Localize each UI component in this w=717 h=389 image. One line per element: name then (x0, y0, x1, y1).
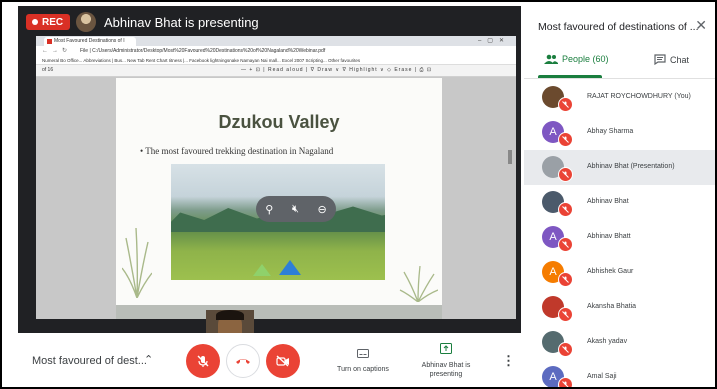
people-icon (544, 54, 558, 64)
chat-tab-label: Chat (670, 54, 690, 65)
mic-muted-icon (558, 132, 573, 147)
participant-row[interactable]: Akash yadav (524, 325, 715, 360)
meeting-control-bar: Most favoured of dest... ⌃ Turn on capti… (18, 333, 521, 386)
mic-muted-icon (558, 97, 573, 112)
participant-name: Abhinav Bhat (Presentation) (587, 163, 675, 170)
presentation-info-button[interactable]: Abhinav Bhat is presenting (418, 341, 474, 379)
panel-tabs: People (60) Chat (524, 50, 715, 79)
slide-title: Dzukou Valley (218, 112, 340, 132)
presenting-title: Abhinav Bhat is presenting (104, 15, 259, 30)
avatar-initial: A (549, 126, 557, 138)
participant-name: Amal Saji (587, 373, 617, 380)
mic-muted-icon (558, 237, 573, 252)
hang-up-icon (236, 359, 250, 364)
close-icon[interactable]: ✕ (695, 17, 707, 34)
slide-ground-strip (116, 305, 442, 319)
camera-off-icon (276, 355, 289, 367)
grass-decoration-right (399, 266, 438, 302)
participant-name: Akash yadav (587, 338, 628, 345)
meeting-details-button[interactable]: Most favoured of dest... (32, 355, 147, 367)
mic-muted-icon (558, 202, 573, 217)
pin-icon[interactable]: ⚲ (265, 203, 273, 216)
captions-label: Turn on captions (337, 366, 389, 373)
recording-label: REC (42, 16, 64, 28)
stage-top-bar: REC Abhinav Bhat is presenting (18, 6, 521, 34)
participant-hair (216, 310, 244, 320)
presenter-label: Abhinav Bhat is presenting (421, 362, 471, 378)
participant-name: Abhinav Bhat (587, 198, 629, 205)
remove-icon[interactable]: ⊖ (317, 203, 326, 216)
slide-bullet: • The most favoured trekking destination… (140, 146, 334, 156)
pdf-toolbar: of 16 — + ⊡ | Read aloud | ∇ Draw ∨ ∇ Hi… (36, 65, 516, 77)
participant-name: Akansha Bhatia (587, 303, 637, 310)
avatar-initial: A (549, 266, 557, 278)
pdf-page-indicator: of 16 (42, 67, 54, 73)
leave-call-button[interactable] (226, 344, 260, 378)
participant-row[interactable]: A Amal Saji (524, 360, 715, 387)
audio-muted-icon (558, 167, 573, 182)
avatar-initial: A (549, 231, 557, 243)
participant-row[interactable]: RAJAT ROYCHOWDHURY (You) (524, 80, 715, 115)
presenter-avatar (76, 12, 96, 32)
participant-row[interactable]: Abhinav Bhat (524, 185, 715, 220)
shared-screen: Most Favoured Destinations of I –▢✕ ←→↻ … (36, 36, 516, 319)
presentation-overlay-controls[interactable]: ⚲ 🔇︎ ⊖ (256, 196, 336, 222)
captions-button[interactable]: Turn on captions (328, 345, 398, 373)
self-video-tile[interactable] (206, 310, 254, 333)
mic-muted-icon (558, 272, 573, 287)
browser-url: File | C:/Users/Administrator/Desktop/Mo… (80, 48, 326, 54)
participant-row[interactable]: A Abhay Sharma (524, 115, 715, 150)
avatar-initial: A (549, 371, 557, 383)
participant-name: Abhishek Gaur (587, 268, 634, 275)
participant-row[interactable]: A Abhishek Gaur (524, 255, 715, 290)
blue-tent (279, 260, 301, 275)
grass-decoration-left (122, 228, 152, 298)
present-screen-icon (440, 343, 452, 354)
browser-tab: Most Favoured Destinations of I (44, 37, 136, 46)
more-options-icon[interactable]: ⋮ (502, 353, 515, 369)
mic-off-icon (197, 355, 209, 367)
captions-icon (357, 349, 369, 358)
chat-icon (654, 54, 666, 65)
panel-title: Most favoured of destinations of ... (538, 21, 699, 33)
people-tab-label: People (60) (562, 54, 609, 64)
tab-chat[interactable]: Chat (654, 54, 689, 65)
window-controls: –▢✕ (477, 38, 510, 44)
green-tent (253, 264, 271, 276)
valley-photo (171, 164, 385, 280)
active-tab-indicator (538, 75, 602, 78)
volume-off-icon[interactable]: 🔇︎ (292, 203, 299, 216)
participant-row[interactable]: A Abhinav Bhatt (524, 220, 715, 255)
side-panel: Most favoured of destinations of ... ✕ P… (524, 6, 715, 387)
meeting-stage: REC Abhinav Bhat is presenting Most Favo… (18, 6, 521, 333)
recording-badge: REC (26, 14, 71, 30)
tab-people[interactable]: People (60) (544, 54, 609, 64)
pdf-tools: — + ⊡ | Read aloud | ∇ Draw ∨ ∇ Highligh… (241, 67, 433, 73)
microphone-toggle-button[interactable] (186, 344, 220, 378)
bookmarks-bar: Numeral Bo Office... Abbreviations | Bus… (36, 56, 516, 65)
mic-muted-icon (558, 342, 573, 357)
mic-muted-icon (558, 307, 573, 322)
browser-tab-bar: Most Favoured Destinations of I –▢✕ (36, 36, 516, 46)
participant-name: Abhay Sharma (587, 128, 634, 135)
pdf-scrollbar (508, 150, 512, 164)
participant-name: RAJAT ROYCHOWDHURY (You) (587, 93, 691, 100)
chevron-up-icon[interactable]: ⌃ (144, 353, 153, 366)
nav-arrows-icon: ←→↻ (42, 48, 72, 54)
camera-toggle-button[interactable] (266, 344, 300, 378)
participant-row[interactable]: Akansha Bhatia (524, 290, 715, 325)
participant-row[interactable]: Abhinav Bhat (Presentation) (524, 150, 715, 185)
record-dot-icon (32, 19, 38, 25)
mic-muted-icon (558, 377, 573, 387)
participant-name: Abhinav Bhatt (587, 233, 631, 240)
